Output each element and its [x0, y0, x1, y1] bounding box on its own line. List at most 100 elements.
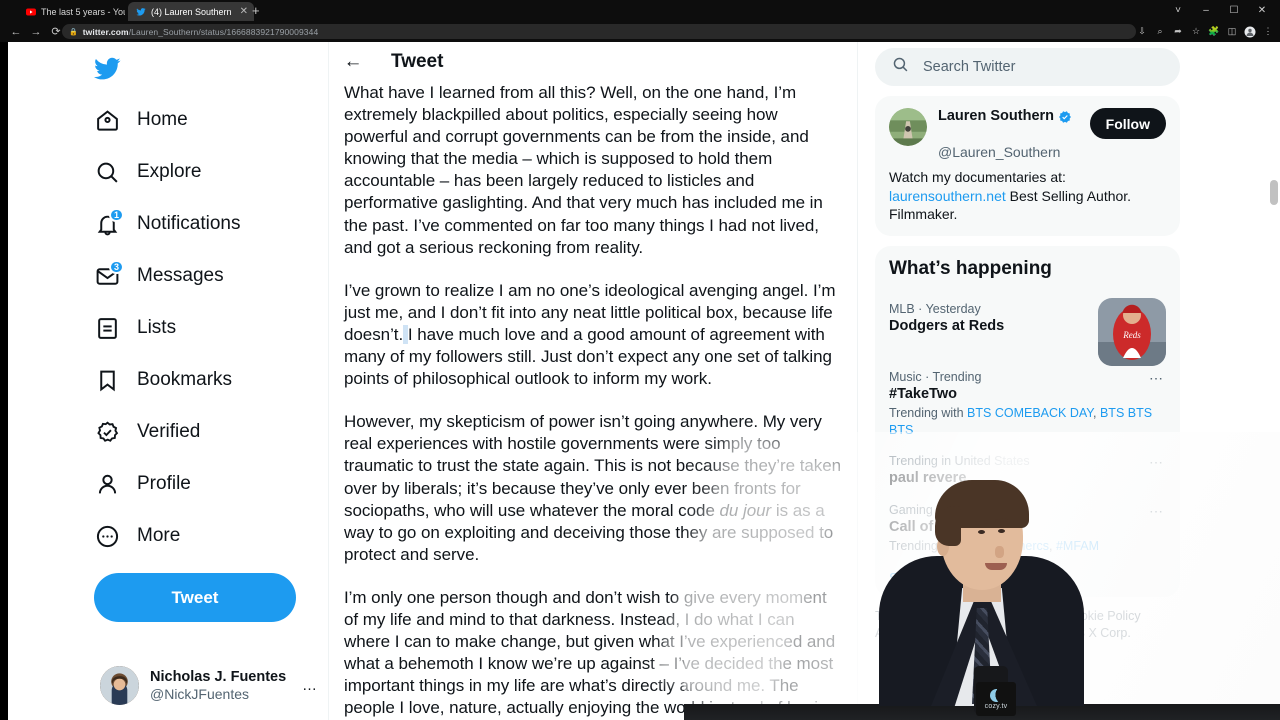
- chrome-menu-icon[interactable]: ⋮: [1260, 24, 1276, 39]
- zoom-icon[interactable]: ⌕: [1152, 24, 1168, 39]
- eye: [978, 530, 985, 534]
- address-bar[interactable]: 🔒 twitter.com/Lauren_Southern/status/166…: [62, 24, 1136, 39]
- nose: [995, 546, 1004, 558]
- sidebar-item-verified[interactable]: Verified: [88, 406, 328, 458]
- profile-name-text: Lauren Southern: [938, 108, 1055, 124]
- trend-with-prefix: Trending with: [889, 405, 968, 420]
- bookmark-star-icon[interactable]: ☆: [1188, 24, 1204, 39]
- tweet-header: ← Tweet: [329, 42, 857, 82]
- extensions-icon[interactable]: 🧩: [1206, 24, 1222, 39]
- back-icon[interactable]: ←: [6, 22, 26, 42]
- browser-tab-twitter[interactable]: (4) Lauren Southern on Twitter: " ✕: [128, 2, 254, 21]
- maximize-icon[interactable]: ☐: [1220, 2, 1248, 19]
- sidebar-item-lists[interactable]: Lists: [88, 302, 328, 354]
- sidebar-item-bookmarks[interactable]: Bookmarks: [88, 354, 328, 406]
- account-name: Nicholas J. Fuentes: [150, 668, 287, 685]
- page-title: Tweet: [391, 51, 444, 72]
- window-controls: ˅ – ☐ ✕: [1164, 2, 1276, 19]
- sidebar-item-label: Lists: [137, 317, 177, 338]
- trend-with-link[interactable]: BTS COMEBACK DAY: [967, 406, 1093, 420]
- bio-before: Watch my documentaries at:: [889, 169, 1066, 185]
- list-icon: [94, 315, 120, 341]
- person-icon: [94, 471, 120, 497]
- account-switcher[interactable]: Nicholas J. Fuentes @NickJFuentes …: [94, 658, 324, 713]
- new-tab-button[interactable]: +: [252, 4, 260, 18]
- search-input[interactable]: Search Twitter: [923, 59, 1015, 75]
- p2-after: I have much love and a good amount of ag…: [344, 324, 832, 389]
- share-icon[interactable]: ➦: [1170, 24, 1186, 39]
- sidebar-item-label: Profile: [137, 473, 191, 494]
- sidebar-item-profile[interactable]: Profile: [88, 458, 328, 510]
- side-panel-icon[interactable]: ◫: [1224, 24, 1240, 39]
- back-arrow-icon[interactable]: ←: [343, 51, 363, 73]
- bio-link[interactable]: laurensouthern.net: [889, 188, 1006, 204]
- video-overlay[interactable]: cozy.tv: [684, 432, 1280, 720]
- trend-item-dodgers[interactable]: MLB · Yesterday Dodgers at Reds Reds: [889, 294, 1166, 366]
- search-box[interactable]: Search Twitter: [875, 48, 1180, 86]
- forward-icon[interactable]: →: [26, 22, 46, 42]
- twitter-icon: [136, 7, 146, 17]
- verified-badge-icon: [94, 419, 120, 445]
- tab-strip: The last 5 years - YouTube ✕ (4) Lauren …: [0, 0, 1280, 21]
- sidebar-item-label: More: [137, 525, 181, 546]
- install-icon[interactable]: ⇩: [1134, 24, 1150, 39]
- sidebar-item-explore[interactable]: Explore: [88, 146, 328, 198]
- trend-name: #TakeTwo: [889, 385, 957, 402]
- sidebar-item-label: Explore: [137, 161, 202, 182]
- chevron-down-icon[interactable]: ˅: [1164, 2, 1192, 19]
- profile-row: Lauren Southern @Lauren_Southern Follow: [889, 108, 1166, 162]
- lock-icon: 🔒: [69, 28, 78, 36]
- trend-more-icon[interactable]: ⋯: [1149, 370, 1164, 387]
- follow-button[interactable]: Follow: [1089, 108, 1166, 139]
- profile-handle: @Lauren_Southern: [938, 144, 1061, 160]
- sidebar-item-notifications[interactable]: 1 Notifications: [88, 198, 328, 250]
- browser-chrome: The last 5 years - YouTube ✕ (4) Lauren …: [0, 0, 1280, 42]
- profile-card: Lauren Southern @Lauren_Southern Follow …: [875, 96, 1180, 236]
- close-icon[interactable]: ✕: [1248, 2, 1276, 19]
- web-page: Home Explore 1 Notifications 3 Messages …: [0, 42, 1280, 720]
- left-sidebar: Home Explore 1 Notifications 3 Messages …: [88, 42, 328, 622]
- search-icon: [94, 159, 120, 185]
- envelope-icon: 3: [94, 260, 124, 289]
- profile-bio: Watch my documentaries at: laurensouther…: [889, 168, 1166, 224]
- sidebar-item-messages[interactable]: 3 Messages: [88, 250, 328, 302]
- screen: The last 5 years - YouTube ✕ (4) Lauren …: [0, 0, 1280, 720]
- sidebar-item-label: Bookmarks: [137, 369, 233, 390]
- trend-thumbnail[interactable]: Reds: [1098, 297, 1166, 366]
- verified-badge-icon: [1059, 110, 1071, 123]
- youtube-icon: [26, 7, 36, 17]
- tweet-button[interactable]: Tweet: [94, 573, 296, 622]
- tweet-paragraph-1: What have I learned from all this? Well,…: [344, 83, 823, 257]
- bell-icon: 1: [94, 208, 124, 237]
- sidebar-item-more[interactable]: More: [88, 510, 328, 562]
- sidebar-item-label: Home: [137, 109, 188, 130]
- sidebar-item-home[interactable]: Home: [88, 94, 328, 146]
- home-icon: [94, 107, 120, 133]
- profile-name: Lauren Southern: [938, 108, 1072, 125]
- tab-close-icon[interactable]: ✕: [240, 6, 248, 17]
- left-black-edge: [0, 42, 8, 720]
- moon-icon: [989, 688, 1003, 702]
- messages-badge: 3: [108, 260, 124, 274]
- browser-navbar: ← → ⟳ 🔒 twitter.com/Lauren_Southern/stat…: [0, 21, 1280, 42]
- tab-title: (4) Lauren Southern on Twitter: ": [151, 6, 233, 17]
- avatar[interactable]: [889, 108, 927, 146]
- browser-toolbar-icons: ⇩ ⌕ ➦ ☆ 🧩 ◫ ⋮: [1134, 24, 1276, 39]
- url-path: /Lauren_Southern/status/1666883921790009…: [128, 26, 319, 37]
- browser-tab-youtube[interactable]: The last 5 years - YouTube ✕: [18, 2, 146, 21]
- account-more-icon[interactable]: …: [302, 677, 318, 694]
- svg-text:Reds: Reds: [1122, 330, 1141, 340]
- mic-flag-logo: cozy.tv: [976, 682, 1016, 716]
- twitter-bird-icon: [94, 57, 121, 79]
- twitter-logo[interactable]: [88, 42, 328, 94]
- trend-meta: Music · Trending: [889, 369, 982, 384]
- minimize-icon[interactable]: –: [1192, 2, 1220, 19]
- eye: [998, 529, 1005, 533]
- scrollbar-thumb[interactable]: [1270, 180, 1278, 205]
- stream-watermark: cozy.tv: [984, 702, 1008, 710]
- sidebar-item-label: Notifications: [137, 213, 241, 234]
- sideburn: [935, 506, 961, 546]
- mouth: [985, 563, 1007, 570]
- bookmark-icon: [94, 367, 120, 393]
- profile-avatar-icon[interactable]: [1242, 24, 1258, 39]
